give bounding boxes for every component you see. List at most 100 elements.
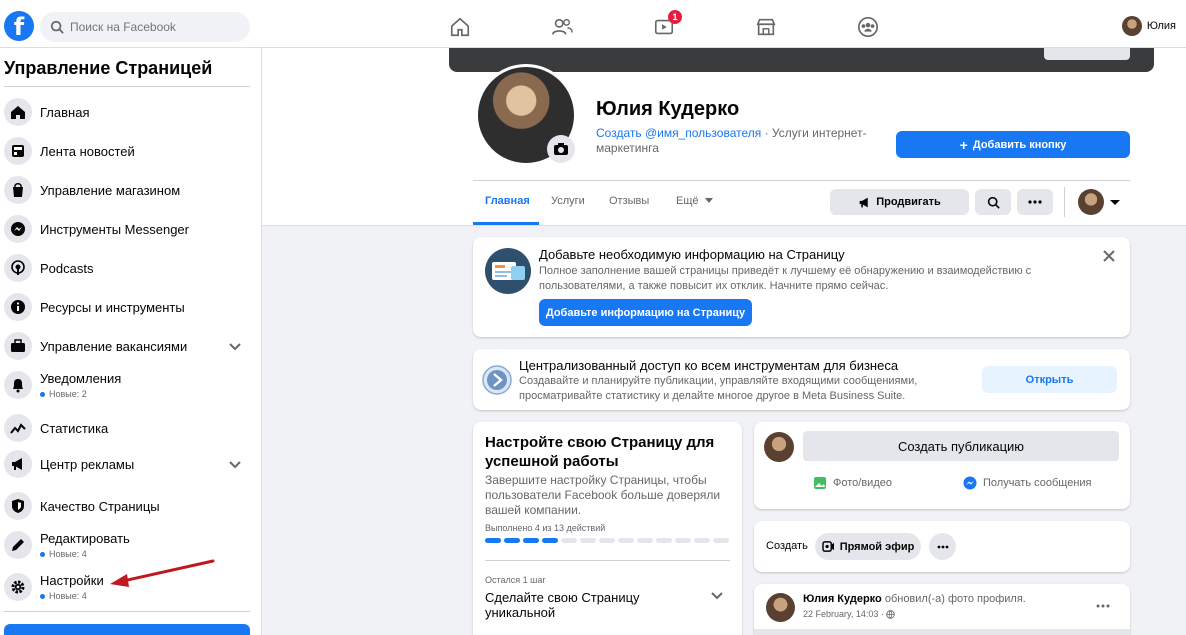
search-input[interactable]	[70, 20, 240, 34]
chevron-down-icon[interactable]	[711, 591, 723, 601]
sidebar-title: Управление Страницей	[4, 58, 213, 78]
home-icon	[450, 17, 470, 37]
remaining-steps: Остался 1 шаг	[485, 575, 546, 585]
annotation-arrow	[110, 559, 215, 587]
divider	[4, 611, 250, 612]
search-page-button[interactable]	[975, 189, 1011, 215]
cover-photo	[449, 48, 1154, 72]
tab-home[interactable]: Главная	[485, 195, 530, 207]
sidebar-item-label: Настройки	[40, 573, 104, 588]
new-dot	[40, 391, 45, 397]
card-description: Полное заполнение вашей страницы приведё…	[539, 265, 1032, 292]
add-button[interactable]: + Добавить кнопку	[896, 131, 1130, 158]
update-photo-button[interactable]	[547, 135, 575, 163]
facebook-logo[interactable]: f	[4, 11, 34, 41]
create-username-link[interactable]: Создать @имя_пользователя	[596, 126, 761, 140]
progress-segment	[542, 538, 558, 543]
progress-segment	[580, 538, 596, 543]
new-count-text: Новые: 2	[49, 389, 87, 399]
more-icon	[1028, 200, 1042, 204]
sidebar-item-label: Инструменты Messenger	[40, 221, 189, 237]
sidebar-item-podcasts[interactable]: Podcasts	[4, 254, 254, 282]
avatar	[764, 432, 794, 462]
sidebar-item-notifications[interactable]: Уведомления Новые: 2	[4, 371, 254, 399]
post-meta: 22 February, 14:03 ·	[803, 609, 895, 619]
sidebar-item-resources[interactable]: Ресурсы и инструменты	[4, 293, 254, 321]
tab-more[interactable]: Ещё	[676, 195, 713, 207]
sidebar-item-ad-center[interactable]: Центр рекламы	[4, 450, 254, 478]
progress-segment	[713, 538, 729, 543]
caret-down-icon[interactable]	[1110, 198, 1120, 206]
briefcase-icon	[4, 332, 32, 360]
avatar[interactable]	[1078, 189, 1104, 215]
create-post-button[interactable]: Создать публикацию	[803, 431, 1119, 461]
promote-button[interactable]: Продвигать	[830, 189, 969, 215]
nav-groups[interactable]	[838, 10, 898, 44]
shopping-bag-icon	[4, 176, 32, 204]
sidebar-item-edit[interactable]: Редактировать Новые: 4	[4, 531, 254, 559]
close-icon[interactable]	[1102, 249, 1116, 263]
profile-shortcut[interactable]: Юлия	[1121, 16, 1176, 36]
nav-watch[interactable]: 1	[634, 10, 694, 44]
post-author[interactable]: Юлия Кудерко	[803, 593, 882, 605]
sidebar-item-news-feed[interactable]: Лента новостей	[4, 137, 254, 165]
more-icon[interactable]	[1096, 604, 1110, 608]
main-nav: 1	[430, 10, 940, 44]
divider	[1064, 187, 1065, 217]
open-business-suite-button[interactable]: Открыть	[982, 366, 1117, 393]
business-suite-icon	[482, 365, 512, 395]
new-count-text: Новые: 4	[49, 549, 87, 559]
live-video-icon	[821, 541, 834, 552]
tab-reviews[interactable]: Отзывы	[609, 195, 649, 207]
sidebar-item-messenger[interactable]: Инструменты Messenger	[4, 215, 254, 243]
sidebar-item-jobs[interactable]: Управление вакансиями	[4, 332, 254, 360]
sidebar-item-label: Уведомления	[40, 371, 122, 386]
nav-marketplace[interactable]	[736, 10, 796, 44]
progress-segment	[656, 538, 672, 543]
sidebar-item-label: Podcasts	[40, 260, 94, 276]
more-options-button[interactable]	[1017, 189, 1053, 215]
search-icon	[50, 20, 64, 34]
card-title: Добавьте необходимую информацию на Стран…	[539, 247, 845, 262]
tab-more-label: Ещё	[676, 195, 699, 207]
active-tab-indicator	[473, 222, 539, 225]
card-description: Завершите настройку Страницы, чтобы поль…	[485, 473, 721, 517]
live-video-button[interactable]: Прямой эфир	[815, 533, 921, 560]
sidebar-item-home[interactable]: Главная	[4, 98, 254, 126]
sidebar-item-page-quality[interactable]: Качество Страницы	[4, 492, 254, 520]
promote-page-button[interactable]	[4, 624, 250, 635]
sidebar-item-statistics[interactable]: Статистика	[4, 414, 254, 442]
new-count: Новые: 4	[40, 591, 104, 601]
page-management-sidebar: Управление Страницей Главная Лента новос…	[0, 48, 262, 635]
progress-segment	[485, 538, 501, 543]
live-video-label: Прямой эфир	[839, 540, 915, 553]
new-count-text: Новые: 4	[49, 591, 87, 601]
edit-cover-button[interactable]	[1044, 48, 1130, 60]
get-messages-button[interactable]: Получать сообщения	[963, 476, 1092, 490]
add-info-button[interactable]: Добавьте информацию на Страницу	[539, 299, 752, 326]
sidebar-item-label: Лента новостей	[40, 143, 135, 159]
more-create-options-button[interactable]	[929, 533, 956, 560]
post-action: обновил(-а) фото профиля.	[881, 593, 1026, 605]
friends-icon	[552, 18, 573, 35]
chevron-down-icon[interactable]	[228, 457, 242, 471]
progress-segment	[599, 538, 615, 543]
messenger-icon	[4, 215, 32, 243]
caret-down-icon	[704, 198, 713, 203]
news-feed-icon	[4, 137, 32, 165]
camera-icon	[554, 143, 568, 155]
nav-friends[interactable]	[532, 10, 592, 44]
step-title[interactable]: Сделайте свою Страницу уникальной	[485, 590, 665, 620]
tab-services[interactable]: Услуги	[551, 195, 585, 207]
divider	[485, 560, 730, 561]
chevron-down-icon[interactable]	[228, 339, 242, 353]
new-dot	[40, 593, 45, 599]
nav-home[interactable]	[430, 10, 490, 44]
search-icon	[987, 196, 1000, 209]
messenger-icon	[963, 476, 977, 490]
post-date[interactable]: 22 February, 14:03 ·	[803, 609, 884, 619]
shield-icon	[4, 492, 32, 520]
search-box[interactable]	[40, 12, 250, 42]
sidebar-item-shop[interactable]: Управление магазином	[4, 176, 254, 204]
photo-video-button[interactable]: Фото/видео	[813, 476, 892, 490]
